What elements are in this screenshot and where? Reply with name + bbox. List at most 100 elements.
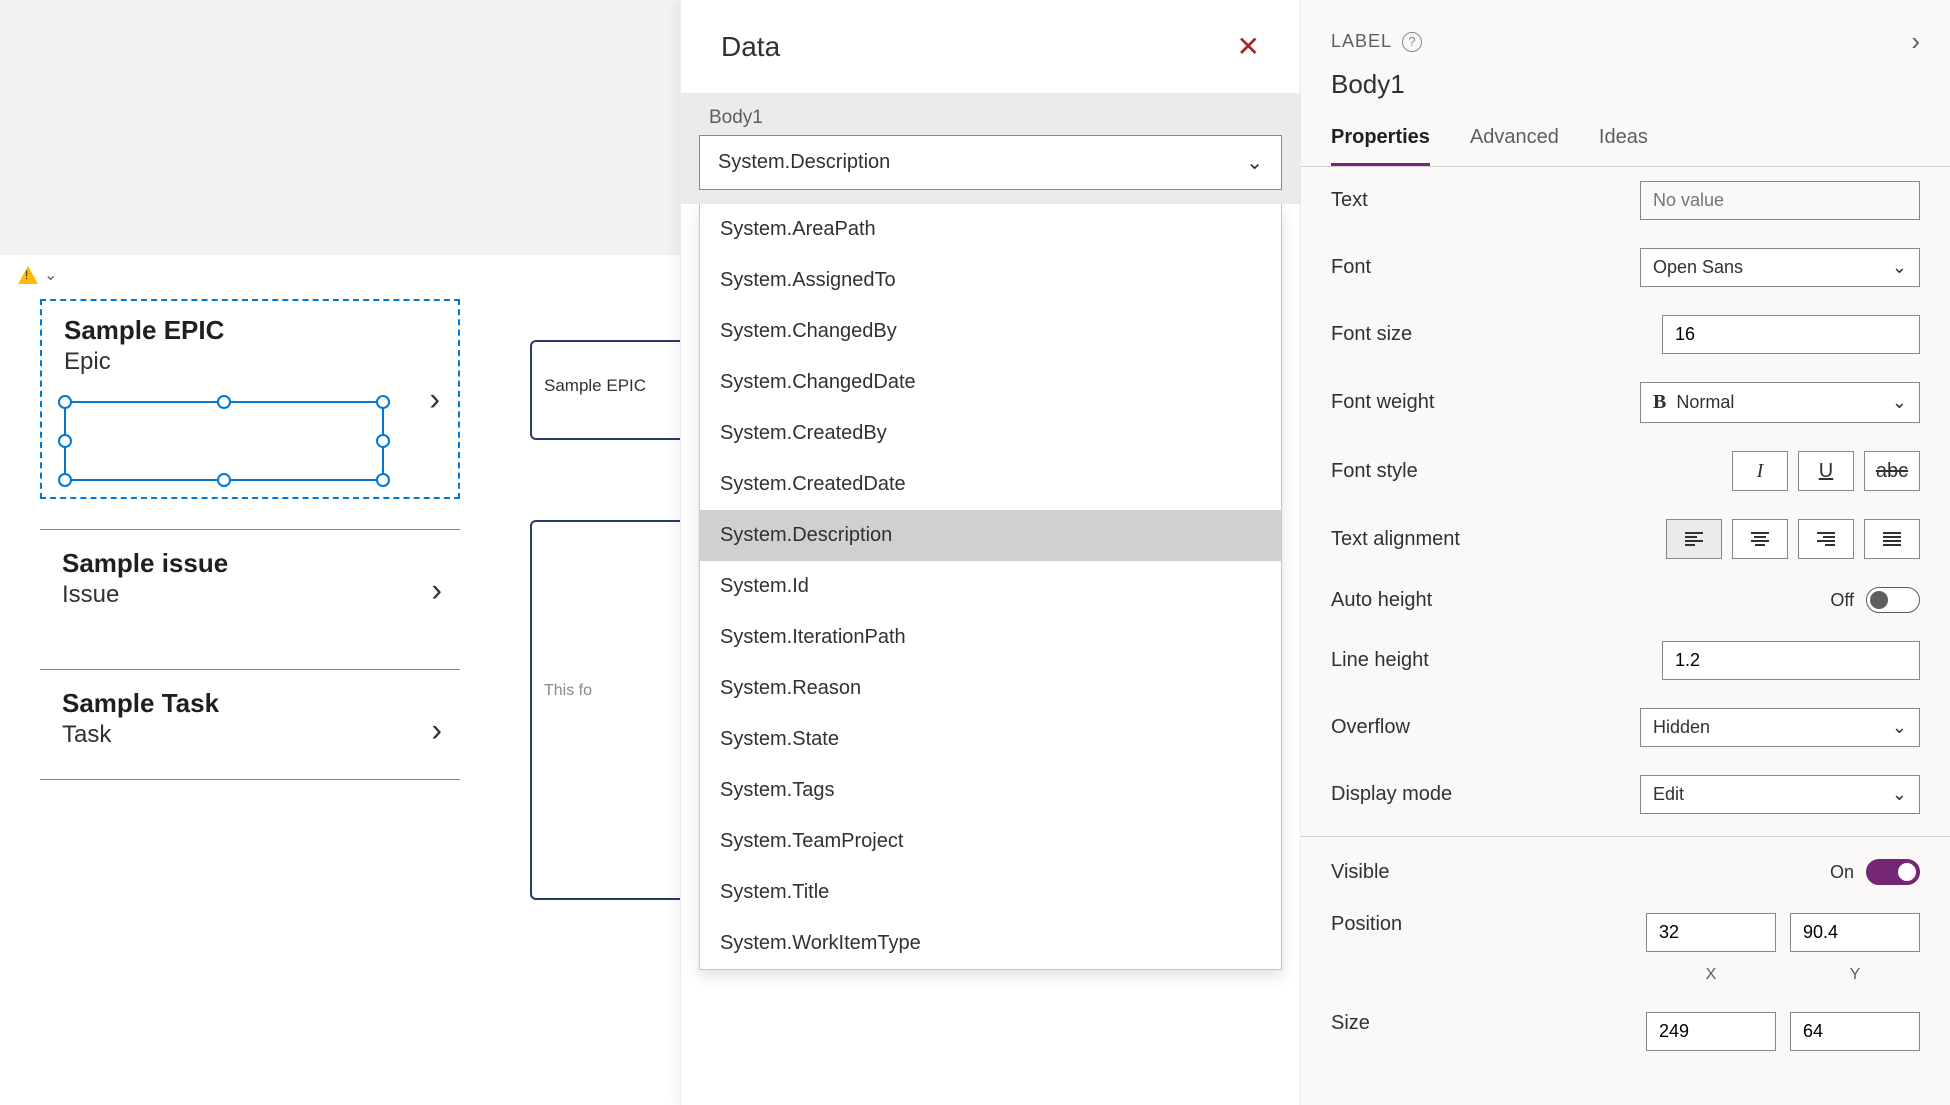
data-panel-subject: Body1: [681, 93, 1300, 135]
prop-fontsize-input[interactable]: [1662, 315, 1920, 354]
field-option[interactable]: System.Reason: [700, 663, 1281, 714]
chevron-down-icon: ⌄: [1892, 257, 1907, 278]
prop-font-value: Open Sans: [1653, 257, 1743, 278]
canvas-top-bg: [0, 0, 680, 255]
prop-align-label: Text alignment: [1331, 528, 1460, 551]
field-option[interactable]: System.State: [700, 714, 1281, 765]
resize-handle[interactable]: [58, 395, 72, 409]
card-title: Sample EPIC: [64, 315, 436, 346]
align-center-button[interactable]: [1732, 519, 1788, 559]
prop-displaymode-label: Display mode: [1331, 783, 1452, 806]
resize-handle[interactable]: [376, 395, 390, 409]
card-subtitle: Issue: [62, 581, 438, 609]
strikethrough-button[interactable]: abc: [1864, 451, 1920, 491]
card-title: Sample Task: [62, 688, 438, 719]
resize-handle[interactable]: [376, 434, 390, 448]
gallery-item[interactable]: Sample issue Issue ›: [40, 529, 460, 639]
prop-displaymode-value: Edit: [1653, 784, 1684, 805]
size-width-input[interactable]: [1646, 1012, 1776, 1051]
gallery-item-selected[interactable]: Sample EPIC Epic ›: [40, 299, 460, 499]
card-subtitle: Epic: [64, 348, 436, 376]
tab-properties[interactable]: Properties: [1331, 114, 1430, 166]
chevron-right-icon[interactable]: ›: [429, 381, 440, 418]
help-icon[interactable]: ?: [1402, 32, 1422, 52]
position-y-input[interactable]: [1790, 913, 1920, 952]
autoheight-state: Off: [1830, 590, 1854, 611]
resize-handle[interactable]: [217, 395, 231, 409]
tab-ideas[interactable]: Ideas: [1599, 114, 1648, 166]
field-option[interactable]: System.Tags: [700, 765, 1281, 816]
chevron-right-icon[interactable]: ›: [431, 571, 442, 608]
card-subtitle: Task: [62, 721, 438, 749]
field-dropdown-list: System.AreaPathSystem.AssignedToSystem.C…: [699, 204, 1282, 970]
field-option[interactable]: System.ChangedDate: [700, 357, 1281, 408]
field-option[interactable]: System.Title: [700, 867, 1281, 918]
prop-fontweight-value: Normal: [1676, 392, 1734, 412]
chevron-down-icon: ⌄: [1892, 717, 1907, 738]
autoheight-toggle[interactable]: [1866, 587, 1920, 613]
italic-button[interactable]: I: [1732, 451, 1788, 491]
position-x-input[interactable]: [1646, 913, 1776, 952]
field-option[interactable]: System.ChangedBy: [700, 306, 1281, 357]
align-left-button[interactable]: [1666, 519, 1722, 559]
prop-fontsize-label: Font size: [1331, 323, 1412, 346]
align-right-button[interactable]: [1798, 519, 1854, 559]
card-title: Sample issue: [62, 548, 438, 579]
chevron-down-icon[interactable]: ⌄: [44, 265, 57, 285]
properties-tabs: Properties Advanced Ideas: [1301, 114, 1950, 167]
prop-font-label: Font: [1331, 256, 1371, 279]
visible-toggle[interactable]: [1866, 859, 1920, 885]
align-justify-button[interactable]: [1864, 519, 1920, 559]
prop-text-input[interactable]: [1640, 181, 1920, 220]
prop-displaymode-select[interactable]: Edit ⌄: [1640, 775, 1920, 814]
field-option[interactable]: System.AreaPath: [700, 204, 1281, 255]
data-panel-title: Data: [721, 31, 780, 63]
chevron-down-icon: ⌄: [1892, 392, 1907, 413]
prop-lineheight-input[interactable]: [1662, 641, 1920, 680]
prop-text-label: Text: [1331, 189, 1368, 212]
prop-position-label: Position: [1331, 913, 1402, 936]
position-x-label: X: [1646, 966, 1776, 984]
resize-handle[interactable]: [58, 473, 72, 487]
size-height-input[interactable]: [1790, 1012, 1920, 1051]
gallery-item[interactable]: Sample Task Task ›: [40, 669, 460, 780]
resize-handle[interactable]: [376, 473, 390, 487]
prop-autoheight-label: Auto height: [1331, 589, 1432, 612]
field-option[interactable]: System.CreatedDate: [700, 459, 1281, 510]
field-option[interactable]: System.TeamProject: [700, 816, 1281, 867]
data-panel: Data ✕ Body1 System.Description ⌄ System…: [680, 0, 1300, 1105]
prop-size-label: Size: [1331, 1012, 1370, 1035]
field-option[interactable]: System.CreatedBy: [700, 408, 1281, 459]
detail-body-text: This fo: [544, 682, 592, 699]
prop-lineheight-label: Line height: [1331, 649, 1429, 672]
prop-font-select[interactable]: Open Sans ⌄: [1640, 248, 1920, 287]
tab-advanced[interactable]: Advanced: [1470, 114, 1559, 166]
control-name: Body1: [1301, 65, 1950, 114]
chevron-down-icon: ⌄: [1246, 150, 1263, 175]
body-label-selection[interactable]: [64, 401, 384, 481]
resize-handle[interactable]: [58, 434, 72, 448]
field-option[interactable]: System.Id: [700, 561, 1281, 612]
field-option[interactable]: System.Description: [700, 510, 1281, 561]
control-type-label: LABEL: [1331, 31, 1392, 52]
prop-overflow-label: Overflow: [1331, 716, 1410, 739]
prop-fontweight-select[interactable]: BNormal ⌄: [1640, 382, 1920, 423]
close-icon[interactable]: ✕: [1237, 30, 1260, 63]
prop-fontweight-label: Font weight: [1331, 391, 1434, 414]
prop-overflow-select[interactable]: Hidden ⌄: [1640, 708, 1920, 747]
canvas-warning-row: ⌄: [0, 255, 680, 291]
field-option[interactable]: System.AssignedTo: [700, 255, 1281, 306]
field-select-dropdown[interactable]: System.Description ⌄: [699, 135, 1282, 190]
properties-panel: LABEL ? › Body1 Properties Advanced Idea…: [1300, 0, 1950, 1105]
position-y-label: Y: [1790, 966, 1920, 984]
field-option[interactable]: System.WorkItemType: [700, 918, 1281, 969]
field-select-value: System.Description: [718, 151, 890, 174]
underline-button[interactable]: U: [1798, 451, 1854, 491]
field-option[interactable]: System.IterationPath: [700, 612, 1281, 663]
resize-handle[interactable]: [217, 473, 231, 487]
chevron-right-icon[interactable]: ›: [1911, 26, 1920, 57]
prop-fontstyle-label: Font style: [1331, 460, 1418, 483]
detail-card-body: This fo: [530, 520, 700, 900]
prop-visible-label: Visible: [1331, 861, 1390, 884]
chevron-right-icon[interactable]: ›: [431, 711, 442, 748]
